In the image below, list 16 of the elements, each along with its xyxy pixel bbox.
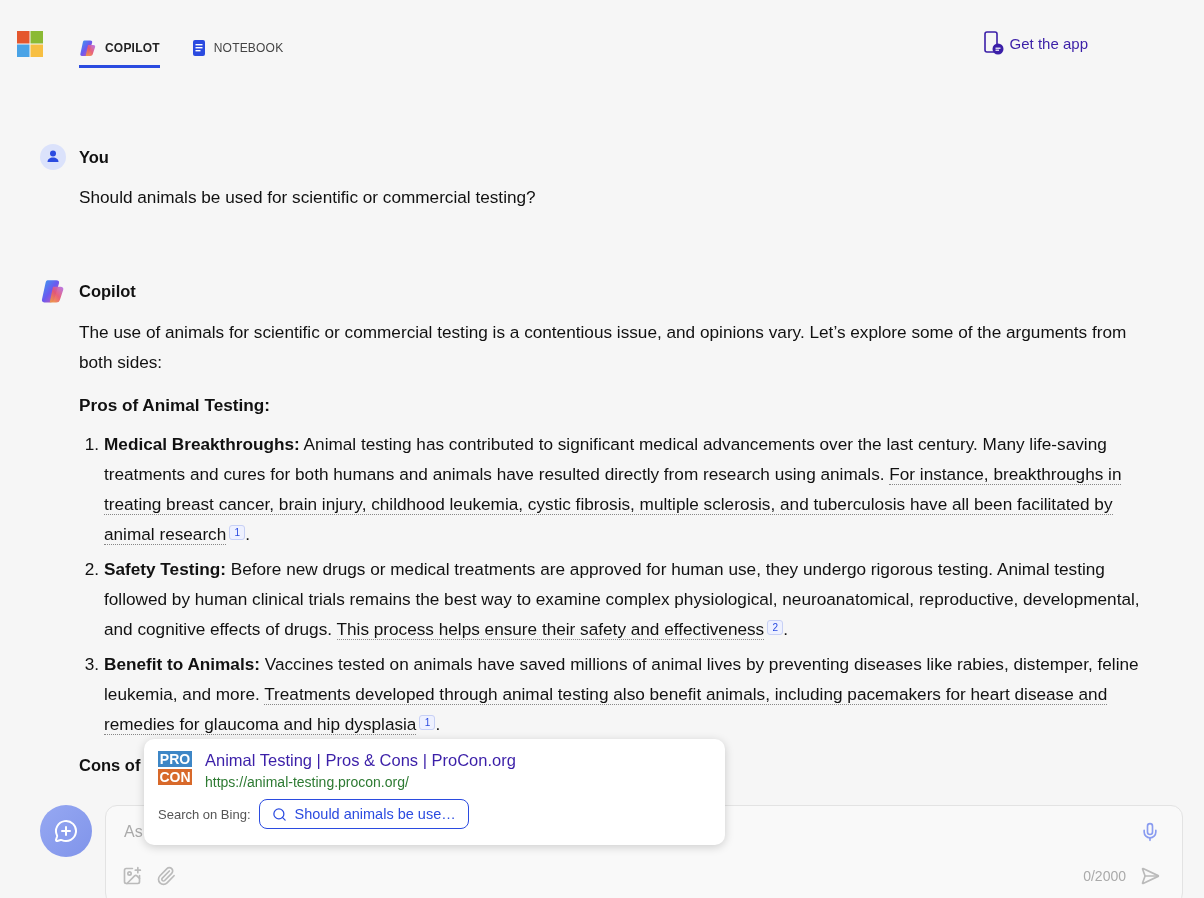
list-number: 2. [83,558,100,581]
search-label: Search on Bing: [158,806,251,822]
list-item-text: Medical Breakthroughs: Animal testing has contributed to significant medical advancements over the last century. Many life-saving treatments and cures for both humans and animals have resulted directly from research using animals. For instance, breakthroughs in treating breast cancer, brain injury, childhood leukemia, cystic fibrosis, multiple sclerosis, and tuberculosis have all been facilitated by animal research 1 . [104,433,1123,547]
section-heading: Pros of Animal Testing: [79,394,271,417]
author-name: Copilot [79,281,136,301]
list-item-text: Benefit to Animals: Vaccines tested on animals have saved millions of animal lives by preventing diseases like rabies, distemper, feline leukemia, and more. Treatments developed through animal testing also benefit animals, including pacemakers for heart disease and remedies for glaucoma and hip dysplasia 1 . [104,653,1140,737]
source-url: https://animal-testing.procon.org/ [205,774,410,790]
author-name: You [79,147,109,167]
response-paragraph: The use of animals for scientific or commercial testing is a contentious issue, and opinions vary. Let’s explore some of the arguments from both sides: [79,321,1128,374]
character-counter: 0/2000 [1083,868,1126,884]
user-message: Should animals be used for scientific or commercial testing? [79,186,537,209]
section-heading: Cons of [79,755,141,776]
list-item-text: Safety Testing: Before new drugs or medical treatments are approved for human use, they undergo rigorous testing. Animal testing followed by human clinical trials remains the best way to examine complex physiological, neuroanatomical, reproductive, developmental, and cognitive effects of drugs. This process helps ensure their safety and effectiveness 2 . [104,558,1141,642]
list-number: 3. [83,653,100,676]
list-number: 1. [83,433,100,456]
procon-logo: PRO CON [158,751,192,787]
